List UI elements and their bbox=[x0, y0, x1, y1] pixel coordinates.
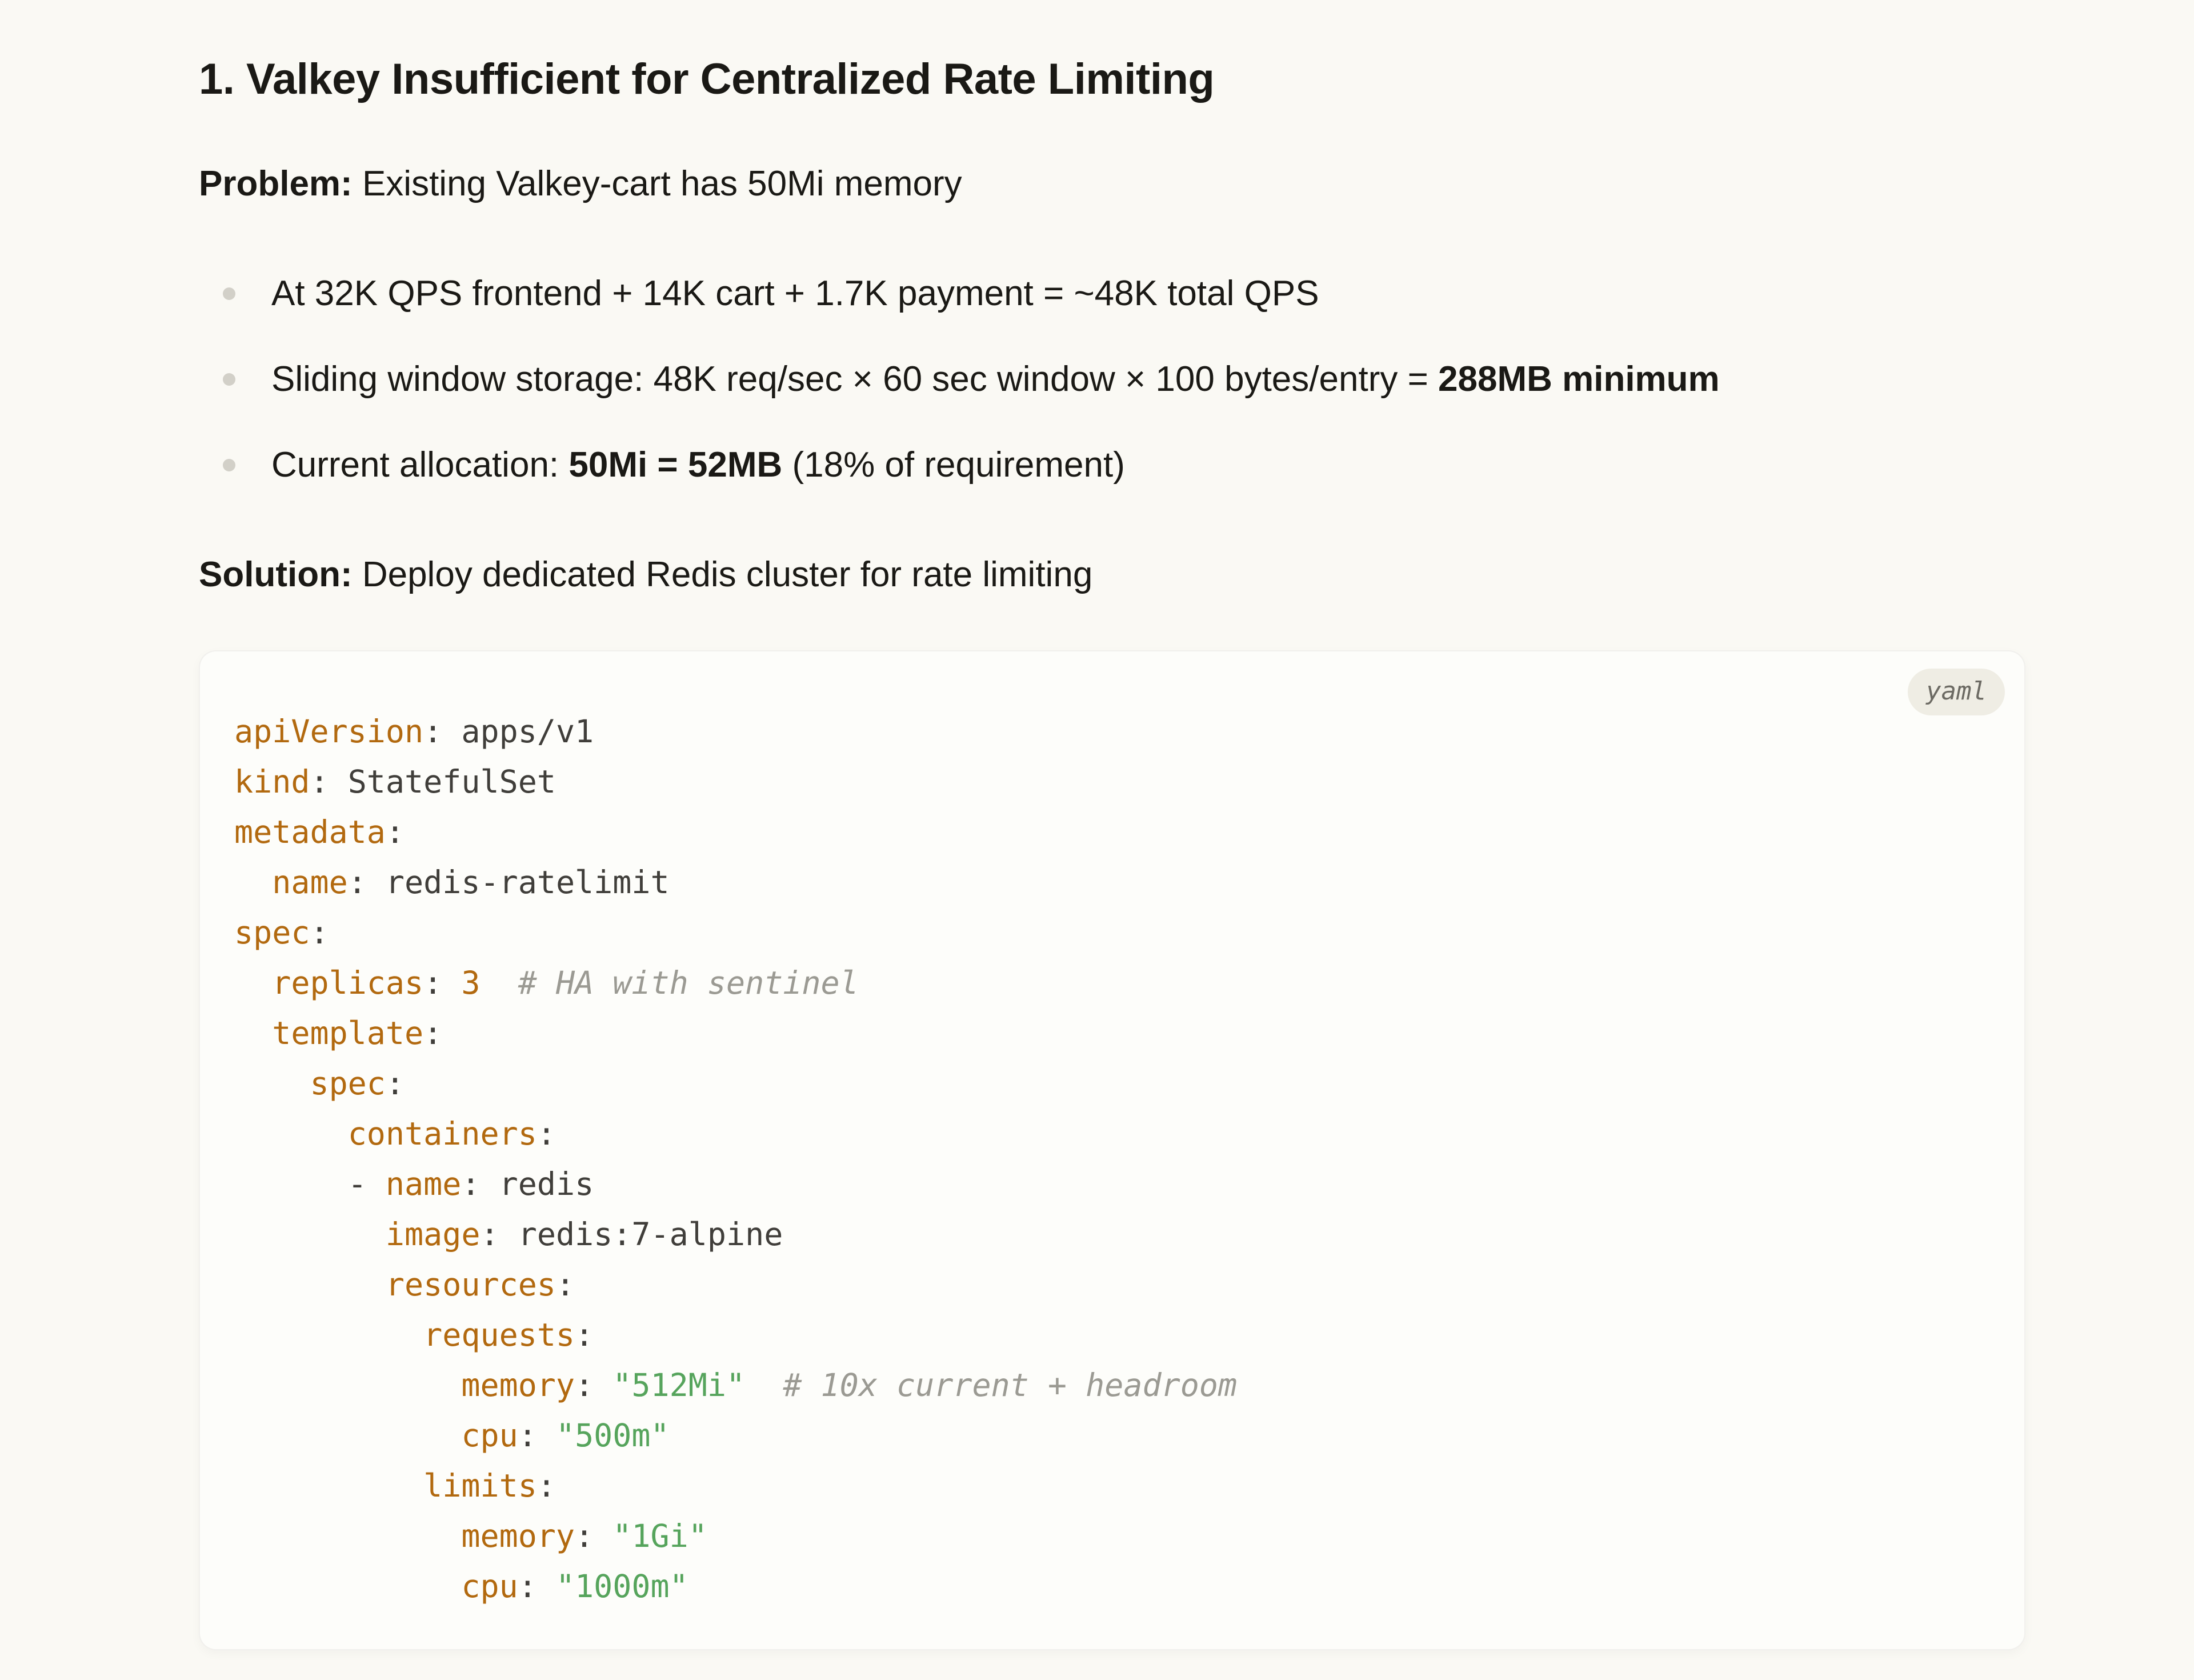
code-line: requests: bbox=[234, 1310, 1990, 1360]
bullet-text-after: (18% of requirement) bbox=[782, 445, 1125, 485]
code-line: spec: bbox=[234, 907, 1990, 958]
bullet-bold-text: 288MB minimum bbox=[1438, 359, 1720, 399]
code-line: replicas: 3 # HA with sentinel bbox=[234, 958, 1990, 1008]
code-line: cpu: "500m" bbox=[234, 1410, 1990, 1461]
bullet-text: Current allocation: bbox=[271, 445, 568, 485]
code-line: apiVersion: apps/v1 bbox=[234, 706, 1990, 757]
code-line: memory: "512Mi" # 10x current + headroom bbox=[234, 1360, 1990, 1410]
solution-paragraph: Solution: Deploy dedicated Redis cluster… bbox=[199, 552, 2025, 598]
list-item: Sliding window storage: 48K req/sec × 60… bbox=[199, 357, 2025, 402]
code-line: template: bbox=[234, 1008, 1990, 1058]
code-line: cpu: "1000m" bbox=[234, 1561, 1990, 1611]
list-item: At 32K QPS frontend + 14K cart + 1.7K pa… bbox=[199, 271, 2025, 317]
code-line: spec: bbox=[234, 1058, 1990, 1109]
code-line: containers: bbox=[234, 1109, 1990, 1159]
yaml-code: apiVersion: apps/v1kind: StatefulSetmeta… bbox=[234, 706, 1990, 1611]
bullet-text: At 32K QPS frontend + 14K cart + 1.7K pa… bbox=[271, 274, 1319, 313]
code-language-badge: yaml bbox=[1908, 669, 2005, 715]
bullet-text: Sliding window storage: 48K req/sec × 60… bbox=[271, 359, 1438, 399]
code-line: memory: "1Gi" bbox=[234, 1511, 1990, 1561]
bullet-list: At 32K QPS frontend + 14K cart + 1.7K pa… bbox=[199, 271, 2025, 488]
document-body: 1. Valkey Insufficient for Centralized R… bbox=[0, 0, 2194, 1650]
code-line: image: redis:7-alpine bbox=[234, 1209, 1990, 1259]
code-line: resources: bbox=[234, 1259, 1990, 1310]
code-line: limits: bbox=[234, 1461, 1990, 1511]
code-line: metadata: bbox=[234, 807, 1990, 857]
code-line: name: redis-ratelimit bbox=[234, 857, 1990, 907]
problem-text: Existing Valkey-cart has 50Mi memory bbox=[353, 164, 962, 203]
code-line: - name: redis bbox=[234, 1159, 1990, 1209]
bullet-bold-text: 50Mi = 52MB bbox=[568, 445, 782, 485]
list-item: Current allocation: 50Mi = 52MB (18% of … bbox=[199, 442, 2025, 488]
yaml-code-content: apiVersion: apps/v1kind: StatefulSetmeta… bbox=[234, 706, 1990, 1611]
page: { "doc": { "heading": "1. Valkey Insuffi… bbox=[0, 0, 2194, 1680]
solution-text: Deploy dedicated Redis cluster for rate … bbox=[353, 555, 1093, 594]
problem-paragraph: Problem: Existing Valkey-cart has 50Mi m… bbox=[199, 161, 2025, 207]
problem-label: Problem: bbox=[199, 164, 353, 203]
code-block: yaml apiVersion: apps/v1kind: StatefulSe… bbox=[199, 650, 2025, 1650]
section-heading: 1. Valkey Insufficient for Centralized R… bbox=[199, 54, 2025, 104]
solution-label: Solution: bbox=[199, 555, 353, 594]
code-line: kind: StatefulSet bbox=[234, 757, 1990, 807]
